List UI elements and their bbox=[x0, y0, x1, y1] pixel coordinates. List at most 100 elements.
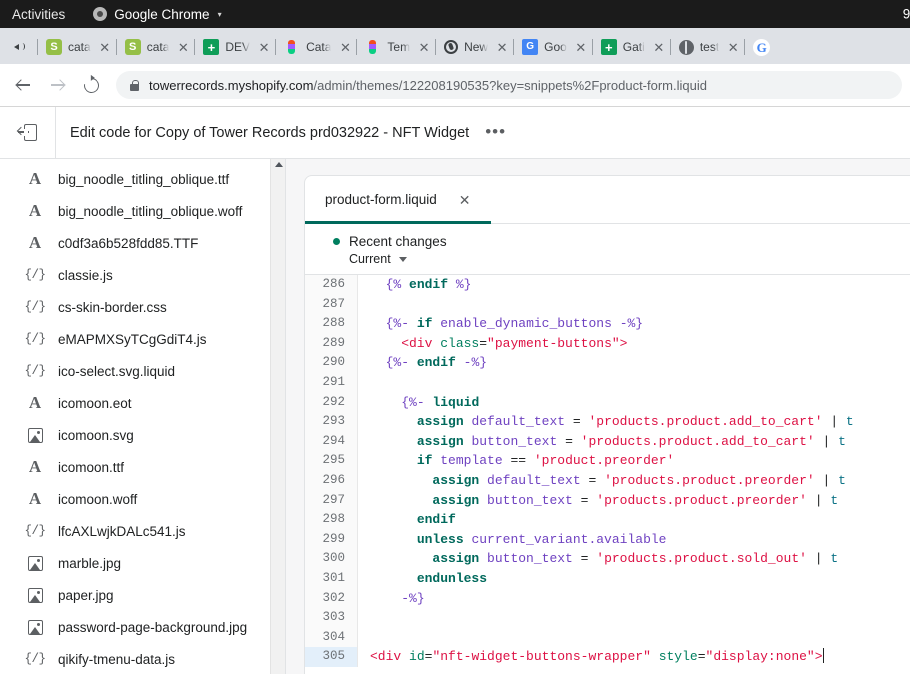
line-content: assign button_text = 'products.product.s… bbox=[358, 549, 910, 569]
line-number: 293 bbox=[305, 412, 358, 432]
code-file-icon: {/} bbox=[25, 268, 45, 282]
browser-tab[interactable]: Tem✕ bbox=[357, 30, 436, 64]
reload-button[interactable] bbox=[76, 70, 106, 100]
close-icon[interactable]: ✕ bbox=[256, 39, 272, 55]
chevron-down-icon: ▾ bbox=[218, 10, 222, 19]
back-button[interactable] bbox=[8, 70, 38, 100]
sidebar-scrollbar[interactable] bbox=[270, 159, 286, 674]
close-icon[interactable]: ✕ bbox=[175, 39, 191, 55]
file-name: classie.js bbox=[58, 268, 113, 283]
code-line[interactable]: 292 {%- liquid bbox=[305, 393, 910, 413]
line-content: {%- endif -%} bbox=[358, 353, 910, 373]
browser-tab-title: Gati bbox=[623, 40, 645, 54]
line-number: 305 bbox=[305, 647, 358, 667]
file-list-item[interactable]: {/}lfcAXLwjkDALc541.js bbox=[0, 515, 286, 547]
code-file-icon: {/} bbox=[25, 300, 45, 314]
version-select-value: Current bbox=[349, 252, 391, 266]
close-icon[interactable]: ✕ bbox=[725, 39, 741, 55]
code-line[interactable]: 299 unless current_variant.available bbox=[305, 530, 910, 550]
code-line[interactable]: 300 assign button_text = 'products.produ… bbox=[305, 549, 910, 569]
close-icon[interactable]: ✕ bbox=[459, 193, 471, 207]
close-icon[interactable]: ✕ bbox=[651, 39, 667, 55]
chevron-down-icon bbox=[399, 257, 407, 262]
line-content: <div id="nft-widget-buttons-wrapper" sty… bbox=[358, 647, 910, 667]
file-list-item[interactable]: Abig_noodle_titling_oblique.woff bbox=[0, 195, 286, 227]
shopify-icon: S bbox=[46, 39, 62, 55]
code-line[interactable]: 302 -%} bbox=[305, 589, 910, 609]
editor-tab-product-form-liquid[interactable]: product-form.liquid ✕ bbox=[305, 176, 491, 223]
code-line[interactable]: 297 assign button_text = 'products.produ… bbox=[305, 491, 910, 511]
theme-file-sidebar: Abig_noodle_titling_oblique.ttfAbig_nood… bbox=[0, 159, 286, 674]
close-icon[interactable]: ✕ bbox=[573, 39, 589, 55]
browser-tab-strip: Scata✕Scata✕+DEV✕Cata✕Tem✕New✕GGoo✕+Gati… bbox=[0, 28, 910, 64]
browser-tab[interactable]: Scata✕ bbox=[117, 30, 196, 64]
file-list-item[interactable]: {/}qikify-tmenu-data.js bbox=[0, 643, 286, 674]
exit-code-editor-button[interactable] bbox=[0, 107, 56, 159]
file-name: password-page-background.jpg bbox=[58, 620, 247, 635]
code-line[interactable]: 294 assign button_text = 'products.produ… bbox=[305, 432, 910, 452]
code-line[interactable]: 301 endunless bbox=[305, 569, 910, 589]
file-list-item[interactable]: {/}eMAPMXSyTCgGdiT4.js bbox=[0, 323, 286, 355]
code-line[interactable]: 304 bbox=[305, 628, 910, 648]
code-line[interactable]: 298 endif bbox=[305, 510, 910, 530]
close-icon[interactable]: ✕ bbox=[494, 39, 510, 55]
code-line[interactable]: 303 bbox=[305, 608, 910, 628]
browser-tab-partial[interactable]: G bbox=[745, 30, 774, 64]
line-content bbox=[358, 628, 910, 648]
file-list-item[interactable]: Abig_noodle_titling_oblique.ttf bbox=[0, 163, 286, 195]
browser-tab[interactable]: +Gati✕ bbox=[593, 30, 671, 64]
activities-button[interactable]: Activities bbox=[0, 7, 79, 22]
code-line[interactable]: 290 {%- endif -%} bbox=[305, 353, 910, 373]
browser-tab[interactable]: +DEV✕ bbox=[195, 30, 276, 64]
browser-tab[interactable]: GGoo✕ bbox=[514, 30, 593, 64]
active-app-menu[interactable]: Google Chrome ▾ bbox=[93, 7, 221, 22]
file-list-item[interactable]: Aicomoon.eot bbox=[0, 387, 286, 419]
file-list-item[interactable]: marble.jpg bbox=[0, 547, 286, 579]
code-editor-content[interactable]: 286 {% endif %}287288 {%- if enable_dyna… bbox=[305, 274, 910, 674]
chrome-icon bbox=[93, 7, 107, 21]
code-line[interactable]: 296 assign default_text = 'products.prod… bbox=[305, 471, 910, 491]
close-icon[interactable]: ✕ bbox=[416, 39, 432, 55]
file-list-item[interactable]: paper.jpg bbox=[0, 579, 286, 611]
line-content: {% endif %} bbox=[358, 275, 910, 295]
code-line[interactable]: 289 <div class="payment-buttons"> bbox=[305, 334, 910, 354]
code-line[interactable]: 305<div id="nft-widget-buttons-wrapper" … bbox=[305, 647, 910, 667]
line-number: 291 bbox=[305, 373, 358, 393]
editor-tab-bar: product-form.liquid ✕ bbox=[305, 176, 910, 224]
tab-audio-indicator-icon[interactable] bbox=[4, 30, 38, 64]
code-line[interactable]: 293 assign default_text = 'products.prod… bbox=[305, 412, 910, 432]
line-content bbox=[358, 295, 910, 315]
browser-tab[interactable]: Scata✕ bbox=[38, 30, 117, 64]
file-list-item[interactable]: Aicomoon.ttf bbox=[0, 451, 286, 483]
version-select[interactable]: Current bbox=[349, 252, 910, 266]
file-list-item[interactable]: password-page-background.jpg bbox=[0, 611, 286, 643]
close-icon[interactable]: ✕ bbox=[337, 39, 353, 55]
browser-tab[interactable]: test✕ bbox=[671, 30, 745, 64]
address-bar[interactable]: towerrecords.myshopify.com/admin/themes/… bbox=[116, 71, 902, 99]
file-list-item[interactable]: Ac0df3a6b528fdd85.TTF bbox=[0, 227, 286, 259]
line-content: assign default_text = 'products.product.… bbox=[358, 471, 910, 491]
line-number: 290 bbox=[305, 353, 358, 373]
browser-tab[interactable]: New✕ bbox=[436, 30, 514, 64]
file-list-item[interactable]: Aicomoon.woff bbox=[0, 483, 286, 515]
browser-tab[interactable]: Cata✕ bbox=[276, 30, 357, 64]
exit-icon bbox=[18, 124, 37, 141]
system-clock[interactable]: 9: bbox=[903, 7, 910, 22]
code-line[interactable]: 291 bbox=[305, 373, 910, 393]
url-path: /admin/themes/122208190535?key=snippets%… bbox=[313, 78, 707, 93]
code-line[interactable]: 295 if template == 'product.preorder' bbox=[305, 451, 910, 471]
active-app-name: Google Chrome bbox=[114, 7, 209, 22]
image-file-icon bbox=[25, 556, 45, 571]
file-list-item[interactable]: {/} classie.js bbox=[0, 259, 286, 291]
scroll-up-arrow-icon[interactable] bbox=[275, 162, 283, 167]
close-icon[interactable]: ✕ bbox=[97, 39, 113, 55]
code-line[interactable]: 287 bbox=[305, 295, 910, 315]
code-line[interactable]: 286 {% endif %} bbox=[305, 275, 910, 295]
font-file-icon: A bbox=[25, 201, 45, 221]
file-list-item[interactable]: {/}ico-select.svg.liquid bbox=[0, 355, 286, 387]
file-list-item[interactable]: {/}cs-skin-border.css bbox=[0, 291, 286, 323]
more-actions-button[interactable]: ••• bbox=[485, 127, 506, 137]
forward-button[interactable] bbox=[42, 70, 72, 100]
file-list-item[interactable]: icomoon.svg bbox=[0, 419, 286, 451]
code-line[interactable]: 288 {%- if enable_dynamic_buttons -%} bbox=[305, 314, 910, 334]
